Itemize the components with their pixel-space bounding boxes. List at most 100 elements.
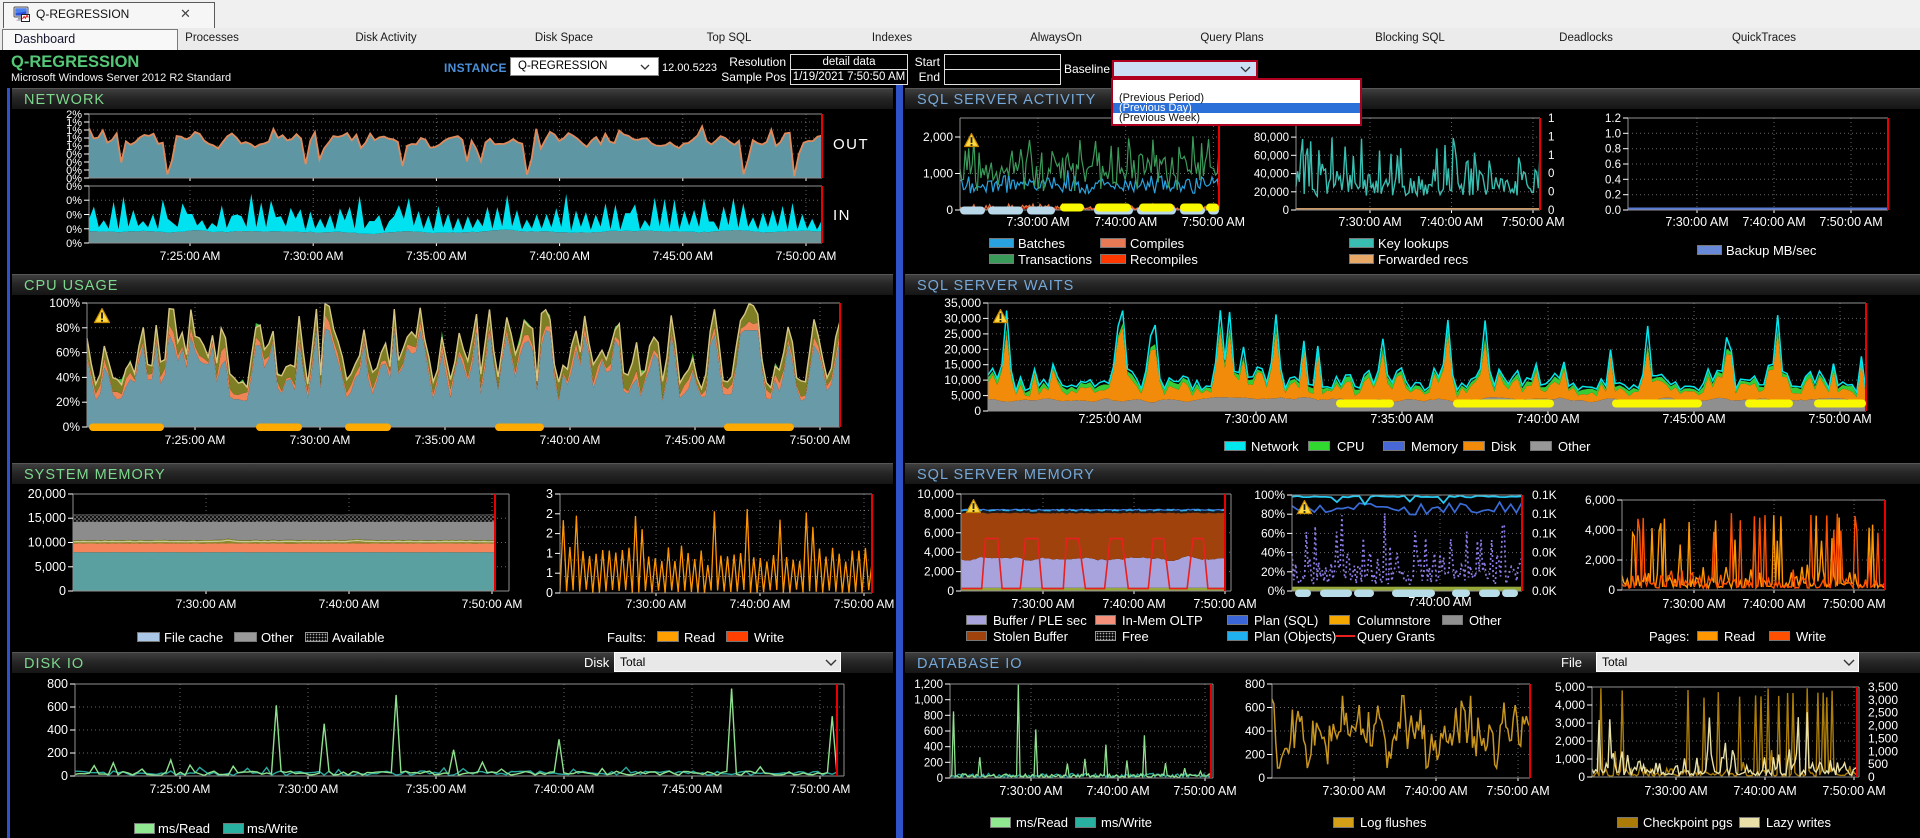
- svg-text:200: 200: [47, 746, 68, 760]
- svg-text:7:25:00 AM: 7:25:00 AM: [1078, 412, 1141, 426]
- svg-text:0: 0: [937, 773, 943, 785]
- svg-text:35,000: 35,000: [944, 296, 981, 310]
- svg-text:400: 400: [47, 723, 68, 737]
- svg-text:0%: 0%: [66, 181, 82, 193]
- svg-text:0.8: 0.8: [1605, 144, 1621, 156]
- svg-text:800: 800: [1245, 677, 1265, 691]
- svg-text:7:45:00 AM: 7:45:00 AM: [665, 433, 726, 447]
- svg-text:0: 0: [546, 586, 553, 600]
- svg-text:20,000: 20,000: [1254, 187, 1289, 199]
- svg-text:7:30:00 AM: 7:30:00 AM: [1011, 597, 1074, 611]
- svg-text:7:30:00 AM: 7:30:00 AM: [283, 249, 344, 263]
- svg-text:0.0: 0.0: [1605, 205, 1621, 217]
- svg-text:7:50:00 AM: 7:50:00 AM: [1173, 784, 1236, 798]
- svg-text:7:30:00 AM: 7:30:00 AM: [1644, 784, 1707, 798]
- svg-text:7:50:00 AM: 7:50:00 AM: [790, 782, 851, 796]
- svg-text:0.1K: 0.1K: [1532, 488, 1557, 502]
- svg-text:60%: 60%: [56, 346, 80, 360]
- svg-text:7:30:00 AM: 7:30:00 AM: [1338, 215, 1401, 229]
- svg-text:2,000: 2,000: [923, 130, 953, 144]
- svg-text:3,000: 3,000: [1555, 716, 1585, 730]
- svg-text:200: 200: [924, 757, 943, 769]
- svg-text:7:50:00 AM: 7:50:00 AM: [1182, 215, 1245, 229]
- svg-text:7:35:00 AM: 7:35:00 AM: [415, 433, 476, 447]
- svg-text:80%: 80%: [56, 321, 80, 335]
- svg-text:0: 0: [947, 584, 954, 598]
- svg-text:2,000: 2,000: [924, 565, 954, 579]
- svg-text:40%: 40%: [1261, 546, 1285, 560]
- svg-text:5,000: 5,000: [35, 560, 66, 574]
- svg-text:7:45:00 AM: 7:45:00 AM: [652, 249, 713, 263]
- svg-text:7:50:00 AM: 7:50:00 AM: [834, 597, 895, 611]
- svg-text:80%: 80%: [1261, 507, 1285, 521]
- svg-text:600: 600: [924, 726, 943, 738]
- svg-text:7:45:00 AM: 7:45:00 AM: [1662, 412, 1725, 426]
- svg-text:1,500: 1,500: [1868, 731, 1898, 745]
- svg-text:10,000: 10,000: [917, 487, 954, 501]
- svg-text:400: 400: [924, 742, 943, 754]
- svg-text:1,000: 1,000: [923, 167, 953, 181]
- svg-text:3: 3: [546, 487, 553, 501]
- svg-text:IN: IN: [833, 207, 851, 224]
- svg-text:4,000: 4,000: [924, 545, 954, 559]
- svg-text:7:50:00 AM: 7:50:00 AM: [1822, 597, 1885, 611]
- svg-text:1,000: 1,000: [1555, 752, 1585, 766]
- svg-text:10,000: 10,000: [944, 373, 981, 387]
- svg-text:7:50:00 AM: 7:50:00 AM: [1808, 412, 1871, 426]
- svg-text:7:40:00 AM: 7:40:00 AM: [1516, 412, 1579, 426]
- svg-text:5,000: 5,000: [951, 389, 981, 403]
- svg-text:0: 0: [1548, 187, 1554, 199]
- svg-text:7:40:00 AM: 7:40:00 AM: [1404, 784, 1467, 798]
- svg-text:0%: 0%: [63, 420, 81, 434]
- svg-text:7:40:00 AM: 7:40:00 AM: [1102, 597, 1165, 611]
- svg-text:2,500: 2,500: [1868, 706, 1898, 720]
- svg-text:20,000: 20,000: [944, 342, 981, 356]
- svg-text:80,000: 80,000: [1254, 132, 1289, 144]
- svg-text:60%: 60%: [1261, 526, 1285, 540]
- svg-text:20%: 20%: [1261, 565, 1285, 579]
- svg-text:500: 500: [1868, 757, 1888, 771]
- svg-text:1,200: 1,200: [914, 679, 943, 691]
- svg-text:7:30:00 AM: 7:30:00 AM: [290, 433, 351, 447]
- svg-text:7:40:00 AM: 7:40:00 AM: [1420, 215, 1483, 229]
- svg-text:40%: 40%: [56, 370, 80, 384]
- svg-text:2,000: 2,000: [1555, 734, 1585, 748]
- svg-text:100%: 100%: [1254, 488, 1285, 502]
- svg-text:400: 400: [1245, 724, 1265, 738]
- svg-text:7:40:00 AM: 7:40:00 AM: [1733, 784, 1796, 798]
- svg-text:7:50:00 AM: 7:50:00 AM: [1819, 215, 1882, 229]
- svg-text:7:30:00 AM: 7:30:00 AM: [1006, 215, 1069, 229]
- svg-text:7:30:00 AM: 7:30:00 AM: [278, 782, 339, 796]
- svg-text:200: 200: [1245, 748, 1265, 762]
- svg-text:7:40:00 AM: 7:40:00 AM: [1094, 215, 1157, 229]
- svg-text:7:40:00 AM: 7:40:00 AM: [1086, 784, 1149, 798]
- svg-text:1: 1: [1548, 113, 1554, 125]
- svg-text:20,000: 20,000: [28, 487, 66, 501]
- svg-text:7:40:00 AM: 7:40:00 AM: [1408, 595, 1471, 609]
- svg-text:7:30:00 AM: 7:30:00 AM: [1224, 412, 1287, 426]
- svg-text:0: 0: [1868, 770, 1875, 784]
- svg-text:7:30:00 AM: 7:30:00 AM: [626, 597, 687, 611]
- svg-text:0: 0: [61, 769, 68, 783]
- svg-text:7:40:00 AM: 7:40:00 AM: [534, 782, 595, 796]
- svg-text:600: 600: [47, 700, 68, 714]
- svg-text:600: 600: [1245, 701, 1265, 715]
- svg-text:7:50:00 AM: 7:50:00 AM: [790, 433, 851, 447]
- svg-text:10,000: 10,000: [28, 536, 66, 550]
- svg-text:7:35:00 AM: 7:35:00 AM: [1370, 412, 1433, 426]
- svg-text:60,000: 60,000: [1254, 150, 1289, 162]
- svg-text:7:50:00 AM: 7:50:00 AM: [776, 249, 837, 263]
- svg-text:1,000: 1,000: [914, 695, 943, 707]
- svg-text:7:40:00 AM: 7:40:00 AM: [1742, 597, 1805, 611]
- svg-text:2: 2: [546, 507, 553, 521]
- svg-text:5,000: 5,000: [1555, 680, 1585, 694]
- svg-text:0: 0: [974, 404, 981, 418]
- svg-text:0: 0: [59, 584, 66, 598]
- svg-text:0%: 0%: [66, 224, 82, 236]
- svg-text:0: 0: [1258, 771, 1265, 785]
- svg-text:1: 1: [1548, 150, 1554, 162]
- svg-text:0: 0: [1283, 205, 1289, 217]
- svg-text:7:30:00 AM: 7:30:00 AM: [1662, 597, 1725, 611]
- svg-text:1.0: 1.0: [1605, 128, 1621, 140]
- svg-text:7:40:00 AM: 7:40:00 AM: [540, 433, 601, 447]
